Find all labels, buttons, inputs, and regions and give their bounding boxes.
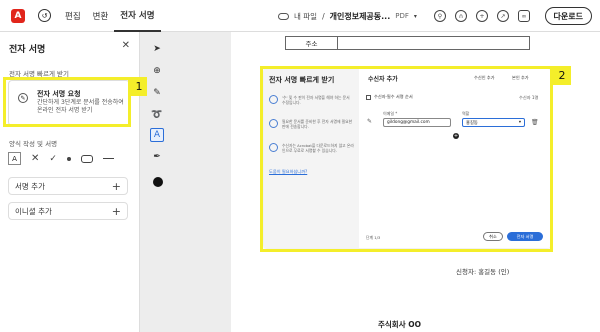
add-signature-label: 서명 추가 <box>15 181 45 191</box>
text-select-icon[interactable]: A <box>150 128 164 142</box>
applicant-line: 신청자: 홍길동 (인) <box>456 268 510 276</box>
dot-tool-icon[interactable] <box>66 156 71 161</box>
user-add-icon[interactable]: + <box>476 10 488 22</box>
check-tool-icon[interactable]: ✓ <box>49 154 57 164</box>
menu-esign[interactable]: 전자 서명 <box>114 0 161 32</box>
menu-convert[interactable]: 변환 <box>87 0 115 32</box>
plus-icon: + <box>111 179 121 193</box>
top-bar: A ↺ 편집 변환 전자 서명 내 파일 / 개인정보제공동... PDF ▾ … <box>0 0 600 32</box>
table-cell-empty <box>338 37 529 49</box>
share-icon[interactable]: ↗ <box>497 10 509 22</box>
plus-icon: + <box>111 204 121 218</box>
cursor-icon[interactable]: ➤ <box>150 42 164 56</box>
doc-table: 주소 <box>285 36 530 50</box>
pen-icon[interactable]: ✎ <box>150 86 164 100</box>
text-tool-icon[interactable]: A <box>8 152 21 165</box>
close-icon[interactable]: ✕ <box>122 40 130 51</box>
rectangle-tool-icon[interactable] <box>80 154 93 163</box>
sign-pen-icon[interactable]: ✒ <box>150 150 164 164</box>
breadcrumb-parent[interactable]: 내 파일 <box>294 11 317 22</box>
add-initials-label: 이니셜 추가 <box>15 206 52 216</box>
toolbar-icons: ⚲ ∩ + ↗ ∞ <box>434 0 530 32</box>
highlight-box-2 <box>260 66 553 252</box>
line-tool-icon[interactable] <box>102 157 114 160</box>
company-name: 주식회사 OO <box>378 320 421 329</box>
panel-title: 전자 서명 <box>9 45 46 55</box>
cross-tool-icon[interactable]: ✕ <box>31 153 39 164</box>
color-swatch[interactable] <box>153 177 163 187</box>
fill-tools: A ✕ ✓ <box>8 152 114 165</box>
zoom-icon[interactable]: ⊕ <box>150 64 164 78</box>
headset-icon[interactable]: ∩ <box>455 10 467 22</box>
download-button[interactable]: 다운로드 <box>544 7 592 25</box>
callout-badge-1: 1 <box>131 77 147 96</box>
chevron-down-icon[interactable]: ▾ <box>414 13 417 20</box>
menu-edit[interactable]: 편집 <box>59 0 87 32</box>
acrobat-logo[interactable]: A <box>11 8 25 23</box>
link-icon[interactable]: ∞ <box>518 10 530 22</box>
table-cell-address: 주소 <box>286 37 338 49</box>
file-name[interactable]: 개인정보제공동... <box>330 11 391 22</box>
search-icon[interactable]: ⚲ <box>434 10 446 22</box>
file-ext: PDF <box>395 12 409 20</box>
vertical-toolbar: ➤ ⊕ ✎ ➰ A ✒ <box>146 38 168 198</box>
cloud-icon <box>278 12 289 20</box>
breadcrumb: 내 파일 / 개인정보제공동... PDF ▾ <box>278 0 417 32</box>
callout-badge-2: 2 <box>553 66 571 85</box>
add-signature-button[interactable]: 서명 추가 + <box>8 177 128 195</box>
add-initials-button[interactable]: 이니셜 추가 + <box>8 202 128 220</box>
fill-sign-heading: 양식 작성 및 서명 <box>9 140 58 148</box>
highlight-box-1 <box>3 77 131 127</box>
breadcrumb-separator: / <box>322 11 325 21</box>
history-icon[interactable]: ↺ <box>38 9 51 22</box>
lasso-icon[interactable]: ➰ <box>150 108 164 122</box>
main-menu: 편집 변환 전자 서명 <box>59 0 161 32</box>
